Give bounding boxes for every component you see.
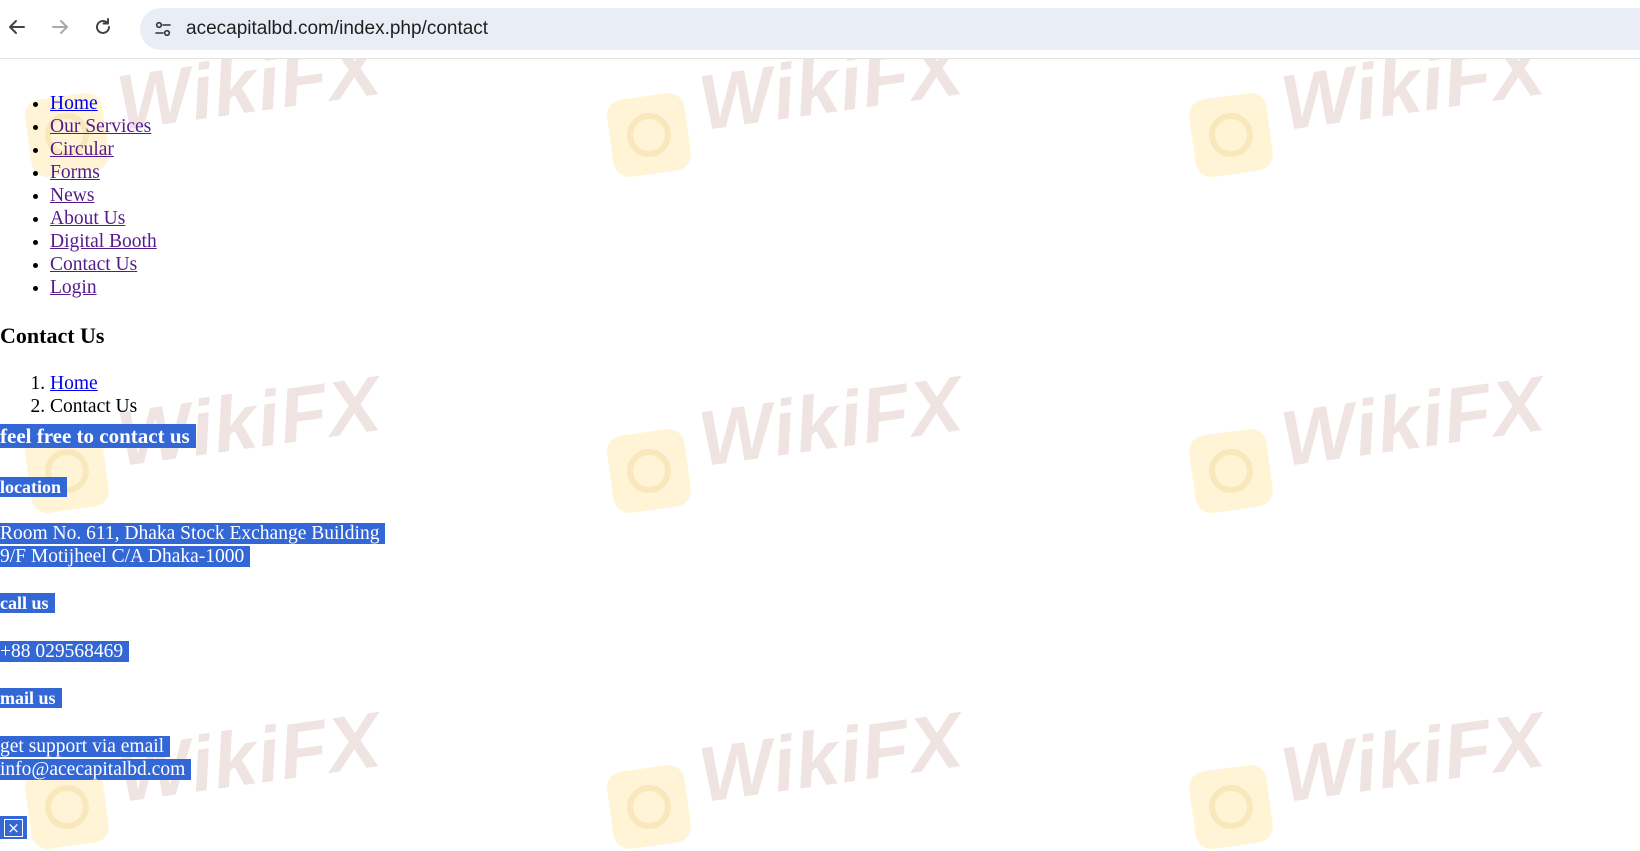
nav-item-login: Login <box>50 276 157 299</box>
nav-link-contact-us[interactable]: Contact Us <box>50 254 137 275</box>
wikifx-logo-icon <box>604 762 694 851</box>
nav-link-about-us[interactable]: About Us <box>50 208 125 229</box>
nav-link-home[interactable]: Home <box>50 93 98 114</box>
watermark-text: WikiFX <box>1275 358 1551 484</box>
watermark: WikiFX <box>1186 359 1550 516</box>
close-button[interactable]: × <box>0 816 27 839</box>
call-label-row: call us <box>0 593 55 614</box>
watermark: WikiFX <box>604 23 968 180</box>
phone-row: +88 029568469 <box>0 640 130 663</box>
email-address: info@acecapitalbd.com <box>0 759 192 780</box>
reload-button[interactable] <box>88 12 118 42</box>
nav-item-digital-booth: Digital Booth <box>50 230 157 253</box>
contact-heading: feel free to contact us <box>0 424 196 448</box>
nav-item-our-services: Our Services <box>50 115 157 138</box>
nav-link-our-services[interactable]: Our Services <box>50 116 151 137</box>
mail-label: mail us <box>0 688 62 708</box>
wikifx-logo-icon <box>1186 426 1276 516</box>
address-line-1: Room No. 611, Dhaka Stock Exchange Build… <box>0 523 386 544</box>
main-nav: Home Our Services Circular Forms News Ab… <box>0 92 157 299</box>
wikifx-logo-icon <box>1186 90 1276 180</box>
breadcrumb-link-home[interactable]: Home <box>50 373 98 394</box>
location-label: location <box>0 477 67 497</box>
watermark: WikiFX <box>604 359 968 516</box>
mail-description: get support via email <box>0 736 171 757</box>
breadcrumb: Home Contact Us <box>0 372 137 418</box>
nav-link-news[interactable]: News <box>50 185 94 206</box>
watermark-text: WikiFX <box>111 358 387 484</box>
watermark: WikiFX <box>604 695 968 851</box>
mail-label-row: mail us <box>0 688 62 709</box>
nav-link-circular[interactable]: Circular <box>50 139 114 160</box>
wikifx-logo-icon <box>604 90 694 180</box>
address-block: Room No. 611, Dhaka Stock Exchange Build… <box>0 522 386 568</box>
forward-button[interactable] <box>45 12 75 42</box>
watermark-text: WikiFX <box>693 694 969 820</box>
back-button[interactable] <box>2 12 32 42</box>
address-bar[interactable]: acecapitalbd.com/index.php/contact <box>140 8 1640 50</box>
arrow-left-icon <box>9 20 25 34</box>
nav-item-about-us: About Us <box>50 207 157 230</box>
watermark-text: WikiFX <box>1275 694 1551 820</box>
nav-item-home: Home <box>50 92 157 115</box>
address-line-2: 9/F Motijheel C/A Dhaka-1000 <box>0 546 251 567</box>
location-label-row: location <box>0 477 67 498</box>
nav-link-login[interactable]: Login <box>50 277 97 298</box>
close-icon: × <box>4 818 23 837</box>
breadcrumb-item-current: Contact Us <box>50 395 137 418</box>
page-title: Contact Us <box>0 323 105 348</box>
breadcrumb-item-home: Home <box>50 372 137 395</box>
nav-link-forms[interactable]: Forms <box>50 162 100 183</box>
browser-toolbar: acecapitalbd.com/index.php/contact <box>0 0 1640 59</box>
nav-link-digital-booth[interactable]: Digital Booth <box>50 231 157 252</box>
site-info-icon[interactable] <box>150 16 176 42</box>
watermark: WikiFX <box>1186 695 1550 851</box>
nav-item-contact-us: Contact Us <box>50 253 157 276</box>
wikifx-logo-icon <box>1186 762 1276 851</box>
nav-item-circular: Circular <box>50 138 157 161</box>
watermark-text: WikiFX <box>693 358 969 484</box>
email-block: get support via email info@acecapitalbd.… <box>0 735 192 781</box>
arrow-right-icon <box>52 20 68 34</box>
call-label: call us <box>0 593 55 613</box>
watermark-layer: WikiFX WikiFX WikiFX WikiFX WikiFX WikiF… <box>0 23 1640 851</box>
wikifx-logo-icon <box>604 426 694 516</box>
url-text[interactable]: acecapitalbd.com/index.php/contact <box>186 18 488 40</box>
reload-icon <box>96 18 110 34</box>
watermark: WikiFX <box>1186 23 1550 180</box>
nav-item-forms: Forms <box>50 161 157 184</box>
contact-heading-row: feel free to contact us <box>0 424 196 449</box>
nav-item-news: News <box>50 184 157 207</box>
phone-number: +88 029568469 <box>0 641 130 662</box>
